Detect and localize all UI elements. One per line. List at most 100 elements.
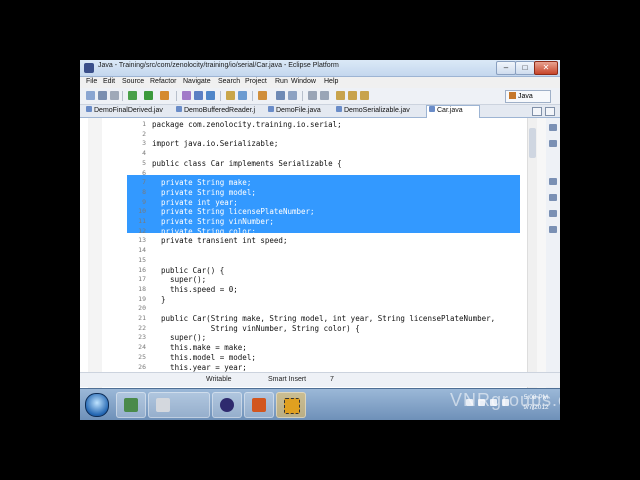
code-line[interactable]: import java.io.Serializable; <box>152 139 278 149</box>
editor-maximize-button[interactable] <box>545 107 555 116</box>
perspective-label: Java <box>518 93 533 100</box>
close-button[interactable]: ✕ <box>534 61 558 75</box>
code-line[interactable]: } <box>152 295 166 305</box>
recorder-icon <box>284 398 300 414</box>
line-number: 22 <box>138 323 146 332</box>
editor-minimize-button[interactable] <box>532 107 542 116</box>
tab-demo-buffered-reader[interactable]: DemoBufferedReader.j <box>174 106 262 116</box>
console-view-icon[interactable] <box>549 226 557 233</box>
tab-label: DemoFile.java <box>276 107 321 114</box>
print-icon[interactable] <box>110 91 119 100</box>
next-annotation-icon[interactable] <box>308 91 317 100</box>
line-number: 18 <box>138 284 146 293</box>
code-line[interactable]: private int year; <box>152 198 238 208</box>
line-number: 21 <box>138 314 146 322</box>
forward-icon[interactable] <box>360 91 369 100</box>
powerpoint-icon <box>252 398 266 412</box>
hierarchy-view-icon[interactable] <box>549 178 557 185</box>
line-number: 24 <box>138 343 146 352</box>
code-line[interactable]: private String model; <box>152 188 256 198</box>
tab-demo-file[interactable]: DemoFile.java <box>266 106 330 116</box>
code-line[interactable]: this.speed = 0; <box>152 285 238 295</box>
line-number: 5 <box>142 158 146 167</box>
code-line[interactable]: private String licensePlateNumber; <box>152 207 315 217</box>
new-icon[interactable] <box>86 91 95 100</box>
search-icon[interactable] <box>238 91 247 100</box>
line-number: 6 <box>142 168 146 177</box>
status-cursor-position: 7 <box>330 376 334 383</box>
code-line[interactable]: this.model = model; <box>152 353 256 363</box>
debug-icon[interactable] <box>128 91 137 100</box>
app-icon <box>156 398 170 412</box>
scrollbar-thumb[interactable] <box>529 128 536 158</box>
last-edit-location-icon[interactable] <box>336 91 345 100</box>
taskbar-app-1[interactable] <box>116 392 146 418</box>
line-number: 17 <box>138 275 146 284</box>
back-icon[interactable] <box>348 91 357 100</box>
window-title: Java - Training/src/com/zenolocity/train… <box>98 62 339 69</box>
code-line[interactable]: package com.zenolocity.training.io.seria… <box>152 120 342 130</box>
tab-demo-serializable[interactable]: DemoSerializable.jav <box>334 106 422 116</box>
minimize-button[interactable]: – <box>496 61 516 75</box>
run-icon[interactable] <box>144 91 153 100</box>
previous-annotation-icon[interactable] <box>320 91 329 100</box>
menu-refactor[interactable]: Refactor <box>150 78 176 85</box>
menu-bar: File Edit Source Refactor Navigate Searc… <box>80 77 560 88</box>
code-line[interactable]: public class Car implements Serializable… <box>152 159 342 169</box>
problems-view-icon[interactable] <box>549 210 557 217</box>
taskbar-powerpoint[interactable] <box>244 392 274 418</box>
new-package-icon[interactable] <box>194 91 203 100</box>
tab-car-java[interactable]: Car.java <box>426 105 480 118</box>
code-line[interactable]: this.year = year; <box>152 363 247 373</box>
save-icon[interactable] <box>98 91 107 100</box>
menu-edit[interactable]: Edit <box>103 78 115 85</box>
taskbar-app-2[interactable] <box>148 392 210 418</box>
open-type-icon[interactable] <box>226 91 235 100</box>
line-number: 8 <box>142 187 146 196</box>
block-selection-icon[interactable] <box>288 91 297 100</box>
code-line[interactable]: public Car() { <box>152 266 224 276</box>
code-line[interactable]: super(); <box>152 275 206 285</box>
taskbar-recorder[interactable] <box>276 392 306 418</box>
taskbar-eclipse[interactable] <box>212 392 242 418</box>
java-file-icon <box>336 106 342 112</box>
show-whitespace-icon[interactable] <box>276 91 285 100</box>
code-line[interactable]: private transient int speed; <box>152 236 287 246</box>
code-line[interactable]: private String make; <box>152 178 251 188</box>
code-line[interactable]: public Car(String make, String model, in… <box>152 314 495 324</box>
app-icon <box>124 398 138 412</box>
menu-file[interactable]: File <box>86 78 97 85</box>
menu-source[interactable]: Source <box>122 78 144 85</box>
start-button[interactable] <box>85 393 109 417</box>
menu-window[interactable]: Window <box>291 78 316 85</box>
menu-run[interactable]: Run <box>275 78 288 85</box>
toolbar-separator <box>252 91 253 101</box>
new-java-project-icon[interactable] <box>182 91 191 100</box>
external-tools-icon[interactable] <box>160 91 169 100</box>
task-list-icon[interactable] <box>549 140 557 147</box>
line-number: 16 <box>138 265 146 274</box>
code-line[interactable]: String vinNumber, String color) { <box>152 324 360 334</box>
menu-project[interactable]: Project <box>245 78 267 85</box>
new-class-icon[interactable] <box>206 91 215 100</box>
status-insert-mode: Smart Insert <box>268 376 307 383</box>
code-line[interactable]: private String vinNumber; <box>152 217 274 227</box>
tab-demo-final-derived[interactable]: DemoFinalDerived.jav <box>84 106 170 116</box>
tab-label: Car.java <box>437 107 463 114</box>
package-explorer-icon[interactable] <box>549 194 557 201</box>
menu-navigate[interactable]: Navigate <box>183 78 211 85</box>
code-line[interactable]: private String color; <box>152 227 256 237</box>
java-file-icon <box>176 106 182 112</box>
outline-view-icon[interactable] <box>549 124 557 131</box>
line-number: 26 <box>138 362 146 371</box>
maximize-button[interactable]: □ <box>515 61 535 75</box>
code-line[interactable]: super(); <box>152 333 206 343</box>
line-number: 15 <box>138 255 146 264</box>
menu-search[interactable]: Search <box>218 78 240 85</box>
line-number: 13 <box>138 236 146 245</box>
status-writable: Writable <box>206 376 232 383</box>
toggle-mark-occurrences-icon[interactable] <box>258 91 267 100</box>
java-perspective-button[interactable]: Java <box>505 90 551 103</box>
menu-help[interactable]: Help <box>324 78 338 85</box>
code-line[interactable]: this.make = make; <box>152 343 247 353</box>
